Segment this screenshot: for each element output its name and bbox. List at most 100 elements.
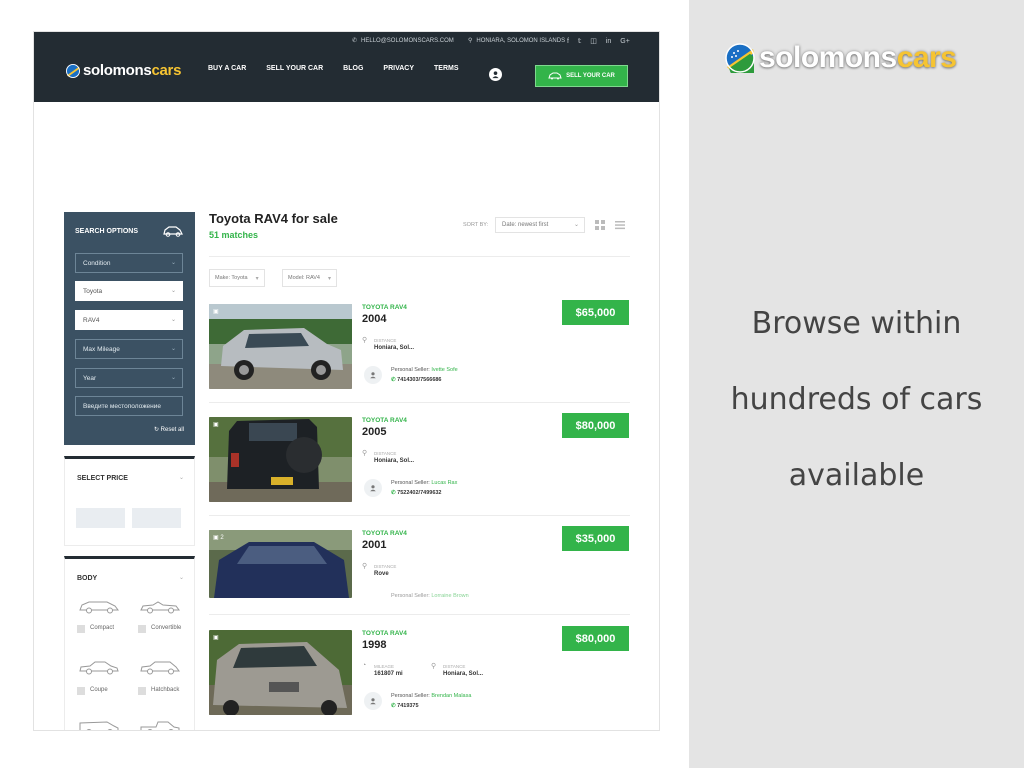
facebook-icon[interactable]: f [567, 38, 569, 45]
listing-model[interactable]: TOYOTA RAV4 [362, 417, 407, 424]
price-tag: $80,000 [562, 413, 629, 438]
grid-view-icon[interactable] [595, 220, 605, 230]
camera-icon: ▣ [213, 422, 219, 428]
chevron-down-icon[interactable]: ⌄ [179, 574, 184, 581]
promo-line-1: Browse within [751, 306, 962, 341]
map-pin-icon: ⚲ [362, 450, 368, 457]
listing-card[interactable]: ▣ TOYOTA RAV4 2004 ⚲ DISTANCE Honiara, S… [209, 300, 630, 404]
chevron-down-icon: ⌄ [170, 346, 176, 352]
distance-label: DISTANCE [374, 564, 397, 569]
nav-privacy[interactable]: PRIVACY [383, 65, 414, 72]
results-divider [209, 256, 630, 257]
sort-select[interactable]: Date: newest first ⌄ [495, 217, 585, 233]
camera-icon: ▣ [213, 309, 219, 315]
globe-icon [66, 63, 80, 78]
min-price-input[interactable] [76, 508, 125, 528]
search-options-panel: SEARCH OPTIONS Condition ⌄ Toyota ⌄ RAV4 ⌄ … [64, 212, 195, 445]
hatchback-car-icon[interactable] [138, 658, 182, 676]
user-account-icon[interactable] [489, 68, 502, 81]
compact-car-icon[interactable] [77, 597, 121, 615]
seller-name: Lorraine Brown [431, 593, 469, 599]
listing-card[interactable]: ▣ 2 TOYOTA RAV4 2001 ⚲ DISTANCE Rove Per… [209, 526, 630, 630]
listing-year[interactable]: 2004 [362, 313, 386, 325]
seller-avatar-icon [364, 692, 382, 710]
nav-buy-a-car[interactable]: BUY A CAR [208, 65, 246, 72]
seller-avatar-icon [364, 479, 382, 497]
location-input[interactable]: Введите местоположение [75, 396, 183, 416]
map-pin-icon: ⚲ [431, 663, 437, 670]
listing-year[interactable]: 2001 [362, 539, 386, 551]
max-mileage-select[interactable]: Max Mileage ⌄ [75, 339, 183, 359]
reset-all-link[interactable]: ↻ Reset all [154, 426, 184, 433]
listing-year[interactable]: 2005 [362, 426, 386, 438]
seller-phone[interactable]: ✆ 7419375 [391, 703, 419, 709]
sell-your-car-button[interactable]: SELL YOUR CAR [535, 65, 628, 87]
car-photo[interactable]: ▣ [209, 417, 352, 502]
convertible-checkbox[interactable] [138, 625, 146, 633]
hatchback-checkbox[interactable] [138, 687, 146, 695]
car-photo[interactable]: ▣ 2 [209, 530, 352, 598]
car-search-icon [163, 226, 183, 237]
instagram-icon[interactable]: ◫ [590, 37, 597, 45]
distance-value: Honiara, Sol... [374, 345, 415, 351]
year-select[interactable]: Year ⌄ [75, 368, 183, 388]
seller-avatar-icon [364, 366, 382, 384]
seller-line: Personal Seller: Brendan Malasa [391, 693, 472, 699]
model-select[interactable]: RAV4 ⌄ [75, 310, 183, 330]
chevron-down-icon: ⌄ [170, 260, 176, 266]
car-icon [548, 72, 562, 80]
car-photo[interactable]: ▣ [209, 304, 352, 389]
coupe-car-icon[interactable] [77, 658, 121, 676]
listing-card[interactable]: ▣ TOYOTA RAV4 1998 ◔ MILEAGE 161807 mi ⚲… [209, 626, 630, 730]
chevron-down-icon: ⌄ [170, 288, 176, 294]
phone-icon: ✆ [391, 703, 396, 709]
website-frame: ✆ HELLO@SOLOMONSCARS.COM ⚲ HONIARA, SOLO… [34, 32, 659, 730]
seller-name: Brendan Malasa [431, 693, 472, 699]
distance-value: Rove [374, 571, 389, 577]
van-car-icon[interactable] [77, 718, 121, 730]
seller-phone[interactable]: ✆ 7414303/7566686 [391, 377, 442, 383]
pickup-car-icon[interactable] [138, 718, 182, 730]
linkedin-icon[interactable]: in [606, 38, 611, 45]
twitter-icon[interactable]: 𝕥 [578, 37, 581, 45]
price-tag: $35,000 [562, 526, 629, 551]
site-logo[interactable]: solomonscars [66, 62, 181, 79]
listing-year[interactable]: 1998 [362, 639, 386, 651]
googleplus-icon[interactable]: G+ [620, 38, 630, 45]
listing-model[interactable]: TOYOTA RAV4 [362, 304, 407, 311]
listing-card[interactable]: ▣ TOYOTA RAV4 2005 ⚲ DISTANCE Honiara, S… [209, 413, 630, 517]
compact-checkbox[interactable] [77, 625, 85, 633]
coupe-checkbox[interactable] [77, 687, 85, 695]
filter-chip-make[interactable]: Make: Toyota ▾ [209, 269, 265, 287]
phone-icon: ✆ [391, 377, 396, 383]
convertible-car-icon[interactable] [138, 597, 182, 615]
listing-model[interactable]: TOYOTA RAV4 [362, 630, 407, 637]
filter-chip-model[interactable]: Model: RAV4 ▾ [282, 269, 337, 287]
seller-line: Personal Seller: Ivette Sofe [391, 367, 458, 373]
nav-blog[interactable]: BLOG [343, 65, 363, 72]
speedometer-icon: ◔ [362, 662, 367, 669]
seller-phone[interactable]: ✆ 7522402/7499632 [391, 490, 442, 496]
select-price-panel: SELECT PRICE ⌄ [64, 456, 195, 546]
topbar-email[interactable]: ✆ HELLO@SOLOMONSCARS.COM [352, 37, 454, 45]
body-type-panel: BODY ⌄ Compact Convertible Coupe Hatchba… [64, 556, 195, 730]
map-pin-icon: ⚲ [468, 38, 473, 44]
max-price-input[interactable] [132, 508, 181, 528]
chevron-down-icon[interactable]: ⌄ [179, 474, 184, 481]
distance-label: DISTANCE [374, 451, 397, 456]
topbar-location: ⚲ HONIARA, SOLOMON ISLANDS [468, 37, 566, 45]
distance-label: DISTANCE [374, 338, 397, 343]
site-brand: solomonscars [83, 62, 182, 79]
listing-model[interactable]: TOYOTA RAV4 [362, 530, 407, 537]
sort-label: SORT BY: [463, 222, 489, 228]
list-view-icon[interactable] [615, 220, 625, 230]
chevron-down-icon: ⌄ [573, 222, 579, 228]
condition-select[interactable]: Condition ⌄ [75, 253, 183, 273]
make-select[interactable]: Toyota ⌄ [75, 281, 183, 301]
nav-terms[interactable]: TERMS [434, 65, 459, 72]
results-title: Toyota RAV4 for sale [209, 211, 338, 226]
listing-divider [209, 614, 630, 615]
nav-sell-your-car[interactable]: SELL YOUR CAR [266, 65, 323, 72]
chevron-down-icon: ▾ [255, 275, 259, 282]
car-photo[interactable]: ▣ [209, 630, 352, 715]
